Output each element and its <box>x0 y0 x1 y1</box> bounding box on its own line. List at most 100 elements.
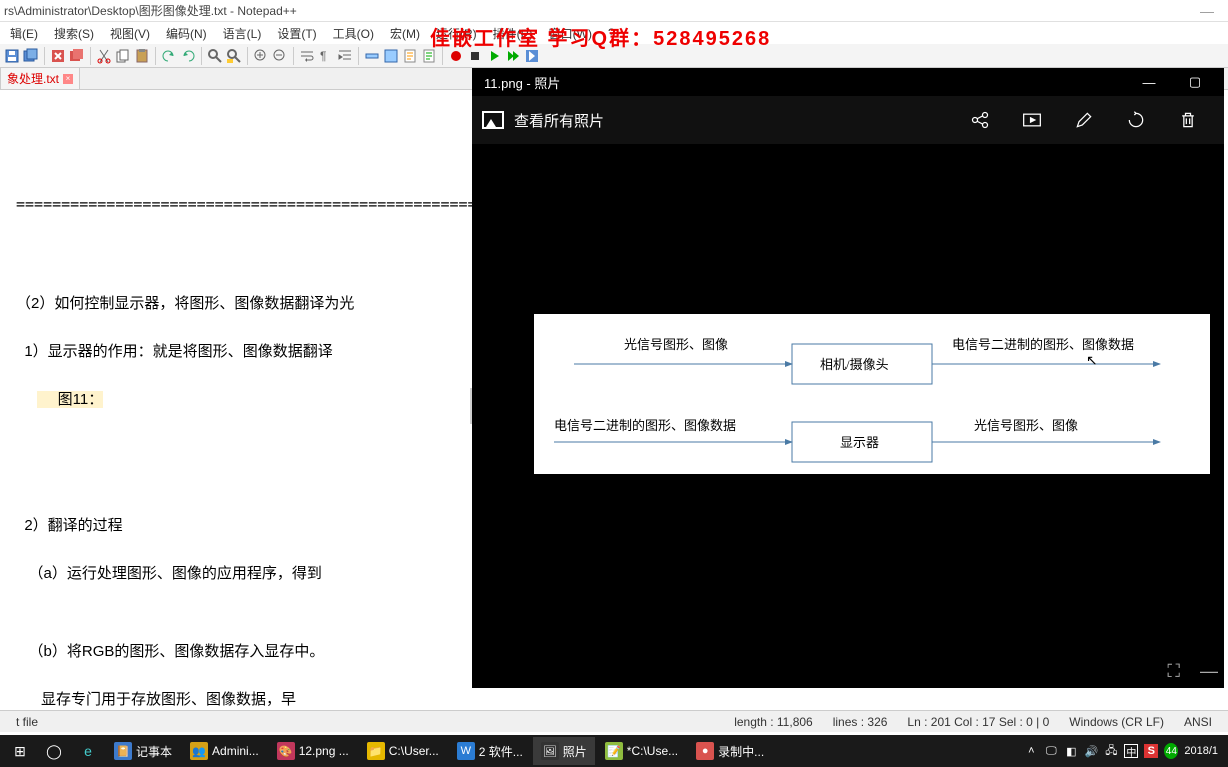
menu-search[interactable]: 搜索(S) <box>46 23 102 44</box>
app-label: 2 软件... <box>479 743 523 760</box>
app-icon: W <box>457 742 475 760</box>
toolbar-separator <box>247 47 248 65</box>
redo-icon[interactable] <box>180 48 196 64</box>
save-icon[interactable] <box>4 48 20 64</box>
doc1-icon[interactable] <box>402 48 418 64</box>
stop-icon[interactable] <box>467 48 483 64</box>
share-icon[interactable] <box>970 110 990 130</box>
undo-icon[interactable] <box>161 48 177 64</box>
sb-eol: Windows (CR LF) <box>1059 715 1174 729</box>
menu-help[interactable]: ? <box>600 24 623 42</box>
photos-titlebar[interactable]: 11.png - 照片 — ▢ <box>472 68 1224 96</box>
menu-settings[interactable]: 设置(T) <box>269 23 324 44</box>
sb-filetype: t file <box>6 715 48 729</box>
edit-icon[interactable] <box>1074 110 1094 130</box>
system-tray[interactable]: ˄ 🖵 ◧ 🔊 🖧 中 S 44 2018/1 <box>1024 744 1224 758</box>
gallery-icon[interactable] <box>482 111 504 129</box>
cortana-icon[interactable]: ◯ <box>38 737 70 765</box>
taskbar-app[interactable]: 📝 *C:\Use... <box>597 737 686 765</box>
play-icon[interactable] <box>486 48 502 64</box>
menu-window[interactable]: 窗口(W) <box>541 23 600 44</box>
taskbar: ⊞ ◯ e 📔记事本👥Admini...🎨12.png ...📁C:\User.… <box>0 735 1228 767</box>
app-label: *C:\Use... <box>627 744 678 758</box>
taskbar-app[interactable]: 🎨12.png ... <box>269 737 357 765</box>
menu-macro[interactable]: 宏(M) <box>382 23 428 44</box>
diag-box-label: 相机/摄像头 <box>820 357 889 372</box>
diag-label: 光信号图形、图像 <box>974 418 1078 433</box>
menu-language[interactable]: 语言(L) <box>215 23 270 44</box>
record-icon[interactable] <box>448 48 464 64</box>
taskbar-app[interactable]: W2 软件... <box>449 737 531 765</box>
fit-icon[interactable]: ⛶ <box>1167 661 1180 682</box>
diag-label: 电信号二进制的图形、图像数据 <box>952 337 1134 352</box>
tray-num-icon[interactable]: 44 <box>1164 744 1178 758</box>
menu-run[interactable]: 运行(R) <box>428 23 485 44</box>
menu-edit[interactable]: 辑(E) <box>2 23 46 44</box>
diag-label: 光信号图形、图像 <box>624 337 728 352</box>
zoomout-icon[interactable]: — <box>1200 661 1218 682</box>
delete-icon[interactable] <box>1178 110 1198 130</box>
tab-label: 象处理.txt <box>7 70 59 87</box>
volume-icon[interactable]: 🔊 <box>1084 744 1098 758</box>
network-icon[interactable]: 🖧 <box>1104 744 1118 758</box>
photos-window: 11.png - 照片 — ▢ 查看所有照片 光信号图形、图像 相机/摄像头 电… <box>472 68 1224 688</box>
taskbar-app[interactable]: 🖼照片 <box>533 737 595 765</box>
photos-maximize-icon[interactable]: ▢ <box>1172 68 1218 96</box>
app-icon: 🖼 <box>541 742 559 760</box>
slideshow-icon[interactable] <box>1022 110 1042 130</box>
view-all-label[interactable]: 查看所有照片 <box>514 110 604 131</box>
zoom-in-icon[interactable] <box>253 48 269 64</box>
edge-icon[interactable]: e <box>72 737 104 765</box>
ime-icon[interactable]: 中 <box>1124 744 1138 758</box>
window-minimize-icon[interactable]: — <box>1190 3 1224 19</box>
closeall-icon[interactable] <box>69 48 85 64</box>
start-button[interactable]: ⊞ <box>4 737 36 765</box>
clock-date[interactable]: 2018/1 <box>1184 745 1218 757</box>
zoom-out-icon[interactable] <box>272 48 288 64</box>
tab-close-icon[interactable]: × <box>63 74 73 84</box>
taskbar-app[interactable]: 👥Admini... <box>182 737 267 765</box>
unfold-icon[interactable] <box>383 48 399 64</box>
menu-tools[interactable]: 工具(O) <box>325 23 382 44</box>
photos-bottom-controls: ⛶ — <box>1167 661 1218 682</box>
menu-encoding[interactable]: 编码(N) <box>158 23 215 44</box>
playmulti-icon[interactable] <box>505 48 521 64</box>
tray-icon[interactable]: 🖵 <box>1044 744 1058 758</box>
toolbar-separator <box>358 47 359 65</box>
diag-label: 电信号二进制的图形、图像数据 <box>554 418 736 433</box>
sb-enc: ANSI <box>1174 715 1222 729</box>
copy-icon[interactable] <box>115 48 131 64</box>
wordwrap-icon[interactable] <box>299 48 315 64</box>
app-icon: 🎨 <box>277 742 295 760</box>
taskbar-app[interactable]: ●录制中... <box>688 737 772 765</box>
file-tab[interactable]: 象处理.txt × <box>0 67 80 89</box>
saveall-icon[interactable] <box>23 48 39 64</box>
showchars-icon[interactable]: ¶ <box>318 48 334 64</box>
menu-view[interactable]: 视图(V) <box>102 23 158 44</box>
savemacro-icon[interactable] <box>524 48 540 64</box>
doc2-icon[interactable] <box>421 48 437 64</box>
app-icon: 📝 <box>605 742 623 760</box>
npp-menubar: 辑(E) 搜索(S) 视图(V) 编码(N) 语言(L) 设置(T) 工具(O)… <box>0 22 1228 44</box>
indent-icon[interactable] <box>337 48 353 64</box>
paste-icon[interactable] <box>134 48 150 64</box>
npp-titlebar: rs\Administrator\Desktop\图形图像处理.txt - No… <box>0 0 1228 22</box>
taskbar-app[interactable]: 📔记事本 <box>106 737 180 765</box>
photos-minimize-icon[interactable]: — <box>1126 68 1172 96</box>
menu-plugins[interactable]: 插件(P) <box>485 23 541 44</box>
photos-content[interactable]: 光信号图形、图像 相机/摄像头 电信号二进制的图形、图像数据 电信号二进制的图形… <box>472 144 1224 688</box>
npp-statusbar: t file length : 11,806 lines : 326 Ln : … <box>0 710 1228 732</box>
toolbar-separator <box>442 47 443 65</box>
taskbar-app[interactable]: 📁C:\User... <box>359 737 447 765</box>
rotate-icon[interactable] <box>1126 110 1146 130</box>
find-icon[interactable] <box>207 48 223 64</box>
close-icon[interactable] <box>50 48 66 64</box>
fold-icon[interactable] <box>364 48 380 64</box>
tray-icon[interactable]: ◧ <box>1064 744 1078 758</box>
replace-icon[interactable] <box>226 48 242 64</box>
tray-up-icon[interactable]: ˄ <box>1024 744 1038 758</box>
cut-icon[interactable] <box>96 48 112 64</box>
editor-line: 显存专门用于存放图形、图像数据，早 <box>16 688 1212 710</box>
sb-lines: lines : 326 <box>823 715 898 729</box>
tray-s-icon[interactable]: S <box>1144 744 1158 758</box>
